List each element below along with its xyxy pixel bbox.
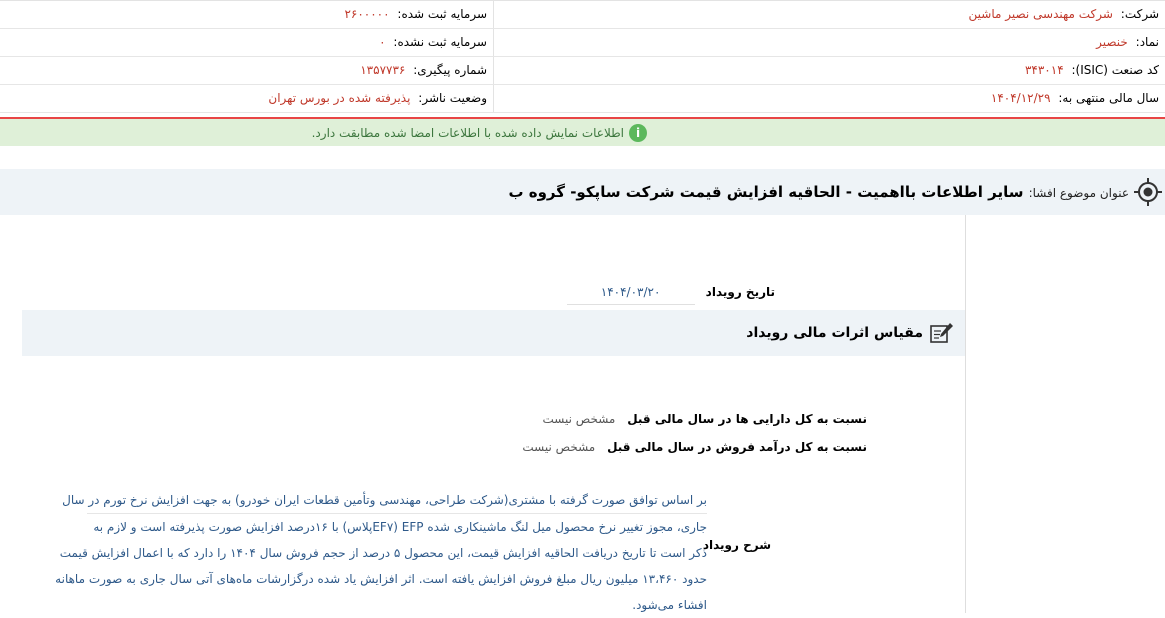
fiscal-year-cell: سال مالی منتهی به: ۱۴۰۴/۱۲/۲۹ <box>499 85 1159 112</box>
subject-text: عنوان موضوع افشا: سایر اطلاعات بااهمیت -… <box>508 169 1129 215</box>
tracking-number-cell: شماره پیگیری: ۱۳۵۷۷۳۶ <box>7 57 487 84</box>
subject-label: عنوان موضوع افشا: <box>1028 186 1129 200</box>
subject-value: سایر اطلاعات بااهمیت - الحاقیه افزایش قی… <box>508 183 1024 201</box>
fiscal-year-value: ۱۴۰۴/۱۲/۲۹ <box>990 91 1051 105</box>
unregistered-capital-label: سرمایه ثبت نشده: <box>393 35 487 49</box>
edit-icon <box>930 323 953 343</box>
description-line: افشاء می‌شود. <box>632 598 707 612</box>
publisher-status-label: وضعیت ناشر: <box>418 91 487 105</box>
event-date-value: ۱۴۰۴/۰۳/۲۰ <box>566 285 695 305</box>
tracking-number-value: ۱۳۵۷۷۳۶ <box>360 63 406 77</box>
ratio-revenue-value: مشخص نیست <box>522 440 596 454</box>
event-date-label: تاریخ رویداد <box>705 285 775 299</box>
company-info-table: شرکت: شرکت مهندسی نصیر ماشین سرمایه ثبت … <box>0 0 1165 113</box>
info-row-fiscal-year: سال مالی منتهی به: ۱۴۰۴/۱۲/۲۹ وضعیت ناشر… <box>0 85 1165 113</box>
info-row-isic: کد صنعت (ISIC): ۳۴۳۰۱۴ شماره پیگیری: ۱۳۵… <box>0 57 1165 85</box>
ratio-row-assets: نسبت به کل دارایی ها در سال مالی قبل مشخ… <box>543 412 867 426</box>
registered-capital-value: ۲۶۰۰۰۰۰ <box>344 7 390 21</box>
info-icon: i <box>629 124 647 142</box>
financial-effects-title: مقیاس اثرات مالی رویداد <box>746 325 923 341</box>
event-date-row: تاریخ رویداد ۱۴۰۴/۰۳/۲۰ <box>566 281 775 305</box>
description-line: جاری، مجوز تغییر نرخ محصول میل لنگ ماشین… <box>93 520 707 534</box>
symbol-cell: نماد: خنصیر <box>499 29 1159 56</box>
registered-capital-label: سرمایه ثبت شده: <box>397 7 487 21</box>
description-line: بر اساس توافق صورت گرفته با مشتری(شرکت ط… <box>62 487 707 514</box>
ratio-assets-value: مشخص نیست <box>542 412 616 426</box>
disclosure-content-panel: تاریخ رویداد ۱۴۰۴/۰۳/۲۰ مقیاس اثرات مالی… <box>22 215 966 613</box>
symbol-label: نماد: <box>1135 35 1159 49</box>
registered-capital-cell: سرمایه ثبت شده: ۲۶۰۰۰۰۰ <box>7 1 487 28</box>
isic-value: ۳۴۳۰۱۴ <box>1024 63 1064 77</box>
isic-label: کد صنعت (ISIC): <box>1071 63 1159 77</box>
company-cell: شرکت: شرکت مهندسی نصیر ماشین <box>499 1 1159 28</box>
company-name: شرکت مهندسی نصیر ماشین <box>968 7 1113 21</box>
alert-text: اطلاعات نمایش داده شده با اطلاعات امضا ش… <box>311 126 624 140</box>
unregistered-capital-cell: سرمایه ثبت نشده: ۰ <box>7 29 487 56</box>
ratio-row-revenue: نسبت به کل درآمد فروش در سال مالی قبل مش… <box>522 440 867 454</box>
tracking-number-label: شماره پیگیری: <box>413 63 487 77</box>
isic-cell: کد صنعت (ISIC): ۳۴۳۰۱۴ <box>499 57 1159 84</box>
unregistered-capital-value: ۰ <box>379 35 386 49</box>
info-row-company: شرکت: شرکت مهندسی نصیر ماشین سرمایه ثبت … <box>0 1 1165 29</box>
company-label: شرکت: <box>1120 7 1159 21</box>
info-row-symbol: نماد: خنصیر سرمایه ثبت نشده: ۰ <box>0 29 1165 57</box>
publisher-status-cell: وضعیت ناشر: پذیرفته شده در بورس تهران <box>7 85 487 112</box>
ratio-revenue-label: نسبت به کل درآمد فروش در سال مالی قبل <box>607 440 867 454</box>
ratio-assets-label: نسبت به کل دارایی ها در سال مالی قبل <box>627 412 867 426</box>
publisher-status-value: پذیرفته شده در بورس تهران <box>268 91 411 105</box>
symbol-value: خنصیر <box>1096 35 1128 49</box>
event-description-label: شرح رویداد <box>702 538 771 552</box>
event-description-text: بر اساس توافق صورت گرفته با مشتری(شرکت ط… <box>55 487 707 618</box>
disclosure-subject-bar: عنوان موضوع افشا: سایر اطلاعات بااهمیت -… <box>0 169 1165 215</box>
fiscal-year-label: سال مالی منتهی به: <box>1058 91 1159 105</box>
verification-alert: i اطلاعات نمایش داده شده با اطلاعات امضا… <box>0 117 1165 146</box>
description-line: حدود ۱۳،۴۶۰ میلیون ریال مبلغ فروش افزایش… <box>55 572 707 586</box>
target-icon <box>1134 178 1162 206</box>
alert-content: i اطلاعات نمایش داده شده با اطلاعات امضا… <box>312 122 647 144</box>
description-line: ذکر است تا تاریخ دریافت الحاقیه افزایش ق… <box>59 546 707 560</box>
financial-effects-header: مقیاس اثرات مالی رویداد <box>22 310 965 356</box>
